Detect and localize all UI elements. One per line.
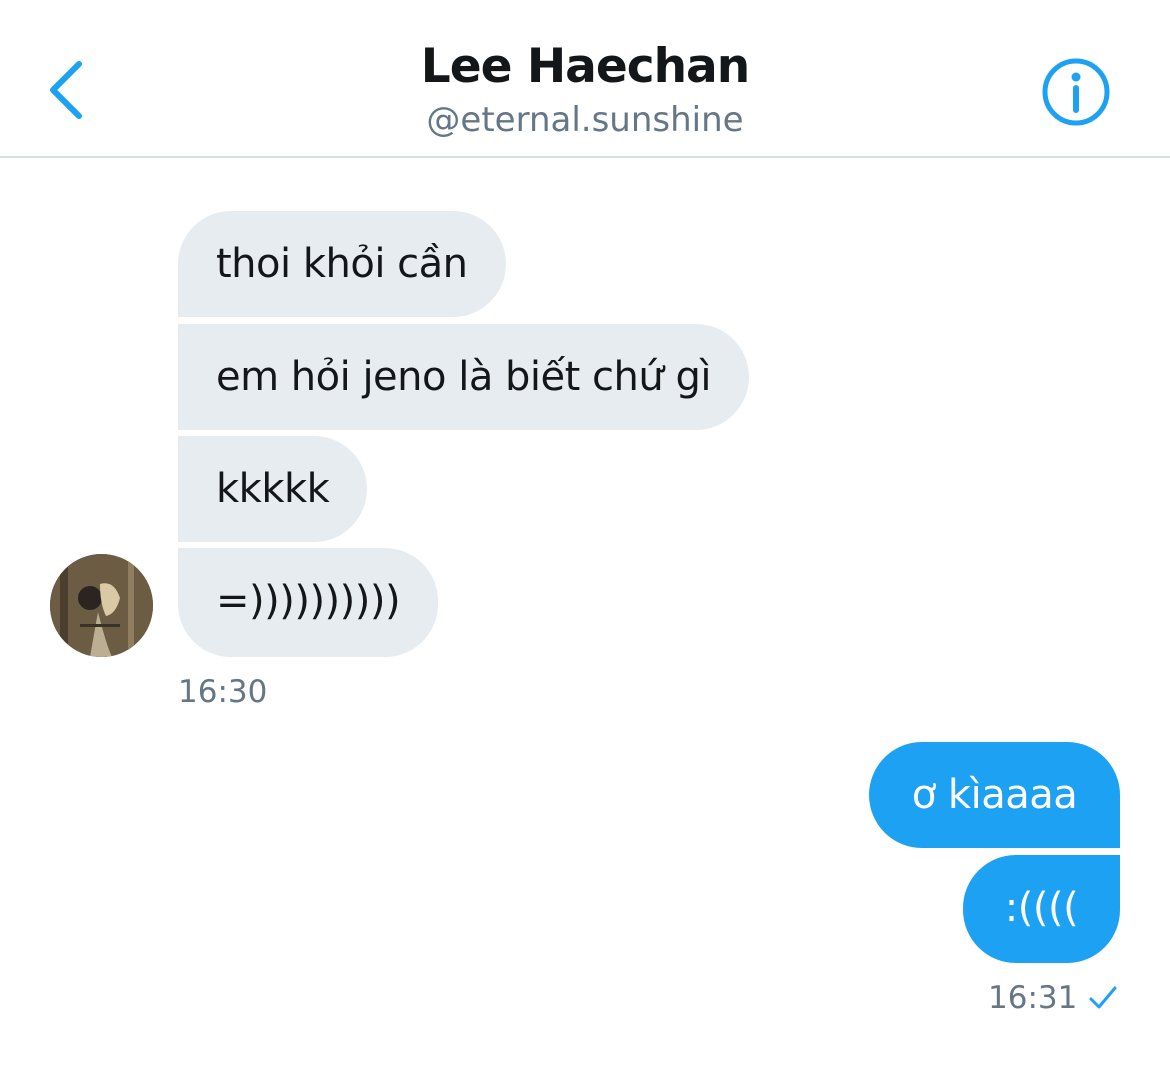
info-circle-icon — [1042, 58, 1110, 126]
message-bubble-incoming[interactable]: thoi khỏi cần — [178, 211, 506, 317]
check-icon — [1089, 986, 1117, 1009]
contact-name: Lee Haechan — [420, 39, 751, 94]
conversation-header: Lee Haechan @eternal.sunshine — [0, 0, 1170, 158]
message-bubble-incoming[interactable]: kkkkk — [178, 436, 368, 542]
dm-conversation-screen: Lee Haechan @eternal.sunshine thoi khỏi … — [0, 0, 1170, 1068]
message-bubble-incoming[interactable]: em hỏi jeno là biết chứ gì — [178, 324, 749, 430]
message-time: 16:31 — [988, 980, 1078, 1016]
message-text: :(((( — [1004, 885, 1079, 931]
message-text: em hỏi jeno là biết chứ gì — [216, 354, 711, 400]
conversation-title-block[interactable]: Lee Haechan @eternal.sunshine — [285, 36, 885, 142]
avatar[interactable] — [50, 554, 153, 657]
message-timestamp: 16:31 — [988, 978, 1077, 1018]
message-bubble-outgoing[interactable]: :(((( — [963, 855, 1120, 963]
avatar-image — [50, 554, 153, 657]
message-timestamp: 16:30 — [178, 674, 268, 710]
message-text: kkkkk — [216, 466, 330, 512]
info-button[interactable] — [1036, 52, 1116, 132]
chevron-left-icon — [50, 61, 82, 119]
message-text: ơ kìaaaa — [911, 772, 1078, 818]
message-bubble-outgoing[interactable]: ơ kìaaaa — [869, 742, 1120, 848]
back-button[interactable] — [30, 50, 100, 130]
contact-handle: @eternal.sunshine — [426, 100, 744, 140]
message-text: thoi khỏi cần — [216, 241, 468, 287]
message-text: =)))))))))) — [216, 578, 401, 624]
message-bubble-incoming[interactable]: =)))))))))) — [178, 548, 439, 657]
